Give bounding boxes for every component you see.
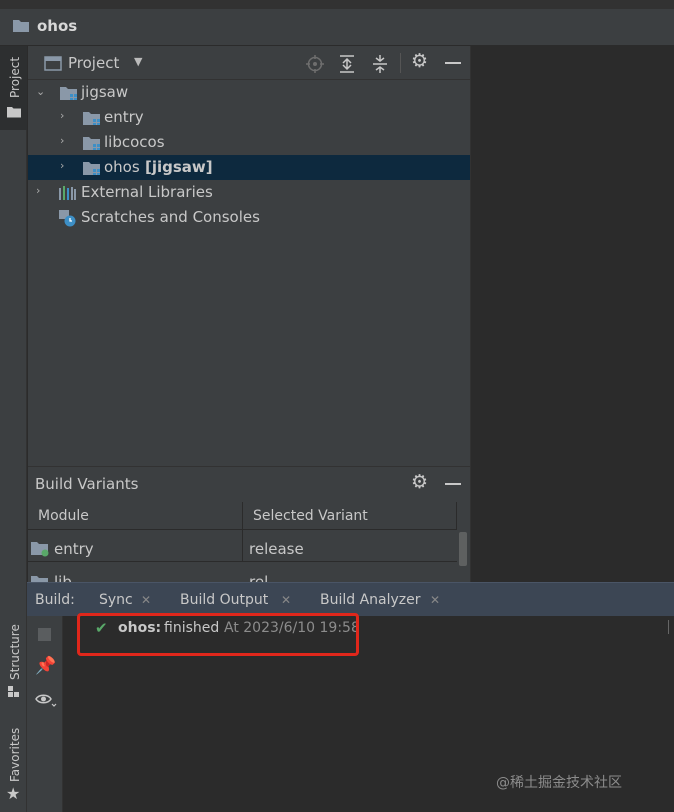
project-tool-label: Project: [8, 56, 22, 98]
module-folder-icon: [83, 162, 100, 175]
project-tool-button[interactable]: Project: [0, 46, 27, 130]
tab-build-analyzer[interactable]: Build Analyzer: [320, 592, 421, 608]
close-icon[interactable]: ✕: [281, 593, 291, 607]
tree-item-scratches[interactable]: Scratches and Consoles: [28, 205, 470, 230]
highlight-box: [77, 613, 359, 656]
gear-icon[interactable]: ⚙: [411, 50, 428, 72]
minimize-icon[interactable]: [445, 62, 461, 64]
folder-icon: [7, 107, 21, 118]
scrollbar-thumb[interactable]: [459, 532, 467, 566]
tree-item-label: jigsaw: [81, 83, 129, 101]
tree-item-label: Scratches and Consoles: [81, 208, 260, 226]
project-panel-header: Project ▼ ⚙: [28, 46, 470, 80]
expand-all-icon[interactable]: [338, 54, 356, 74]
tree-item-ohos[interactable]: › ohos [jigsaw]: [28, 155, 470, 180]
module-folder-icon: [83, 112, 100, 125]
column-header-label: Module: [38, 508, 89, 524]
tree-item-jigsaw[interactable]: ⌄ jigsaw: [28, 80, 470, 105]
folder-icon: [13, 20, 29, 32]
watermark-text: @稀土掘金技术社区: [496, 775, 622, 791]
tree-item-external-libraries[interactable]: › External Libraries: [28, 180, 470, 205]
tree-item-libcocos[interactable]: › libcocos: [28, 130, 470, 155]
scratches-icon: [59, 210, 76, 227]
pin-icon[interactable]: 📌: [35, 656, 56, 676]
column-header-module[interactable]: Module: [28, 502, 243, 530]
window-title: ohos: [37, 17, 78, 35]
minimize-icon[interactable]: [445, 483, 461, 485]
divider: [668, 620, 674, 634]
build-variants-header: Build Variants ⚙: [28, 466, 470, 502]
module-folder-icon: [60, 87, 77, 100]
module-folder-icon: [83, 137, 100, 150]
tree-item-label: External Libraries: [81, 183, 213, 201]
toolbar-divider: [400, 53, 401, 73]
module-folder-icon: [31, 542, 49, 557]
stop-icon[interactable]: [38, 628, 51, 641]
column-header-variant[interactable]: Selected Variant: [243, 502, 457, 530]
tree-item-project-tag: [jigsaw]: [145, 158, 213, 176]
variant-value[interactable]: rel: [249, 573, 268, 582]
project-view-icon: [44, 56, 62, 71]
star-icon: ★: [6, 784, 21, 803]
chevron-right-icon[interactable]: ›: [36, 184, 40, 197]
project-view-selector[interactable]: Project: [68, 54, 119, 72]
favorites-tool-label: Favorites: [8, 727, 22, 782]
variant-value[interactable]: release: [249, 540, 304, 558]
library-icon: [59, 186, 76, 200]
tree-item-label: libcocos: [104, 133, 165, 151]
module-name: lib: [54, 573, 72, 582]
chevron-down-icon[interactable]: ⌄: [36, 85, 45, 98]
structure-tool-button[interactable]: Structure: [0, 610, 27, 706]
favorites-tool-button[interactable]: Favorites ★: [0, 720, 27, 812]
structure-tool-label: Structure: [8, 624, 22, 680]
collapse-all-icon[interactable]: [371, 54, 389, 74]
module-name: entry: [54, 540, 94, 558]
column-header-label: Selected Variant: [253, 508, 368, 524]
module-folder-icon: [31, 576, 48, 582]
tab-build-output[interactable]: Build Output: [180, 592, 268, 608]
gear-icon[interactable]: ⚙: [411, 471, 428, 493]
close-icon[interactable]: ✕: [141, 593, 151, 607]
tree-item-label: ohos: [104, 158, 140, 176]
title-bar-top-strip: [0, 0, 674, 9]
scrollbar-track[interactable]: [457, 502, 470, 582]
build-side-toolbar: 📌: [27, 616, 63, 812]
table-row[interactable]: lib rel: [28, 562, 457, 582]
tree-item-label: entry: [104, 108, 144, 126]
build-variants-title: Build Variants: [35, 475, 139, 493]
chevron-down-icon[interactable]: ▼: [134, 55, 142, 68]
close-icon[interactable]: ✕: [430, 593, 440, 607]
build-label: Build:: [35, 592, 75, 608]
tab-sync[interactable]: Sync: [99, 592, 133, 608]
structure-icon: [8, 686, 19, 697]
chevron-right-icon[interactable]: ›: [60, 134, 64, 147]
editor-area: [470, 46, 674, 582]
chevron-right-icon[interactable]: ›: [60, 159, 64, 172]
locate-icon[interactable]: [306, 55, 324, 73]
eye-icon[interactable]: [35, 692, 57, 708]
tree-item-entry[interactable]: › entry: [28, 105, 470, 130]
table-row[interactable]: entry release: [28, 530, 457, 562]
title-bar: ohos: [0, 0, 674, 46]
chevron-right-icon[interactable]: ›: [60, 109, 64, 122]
column-divider: [242, 530, 243, 562]
